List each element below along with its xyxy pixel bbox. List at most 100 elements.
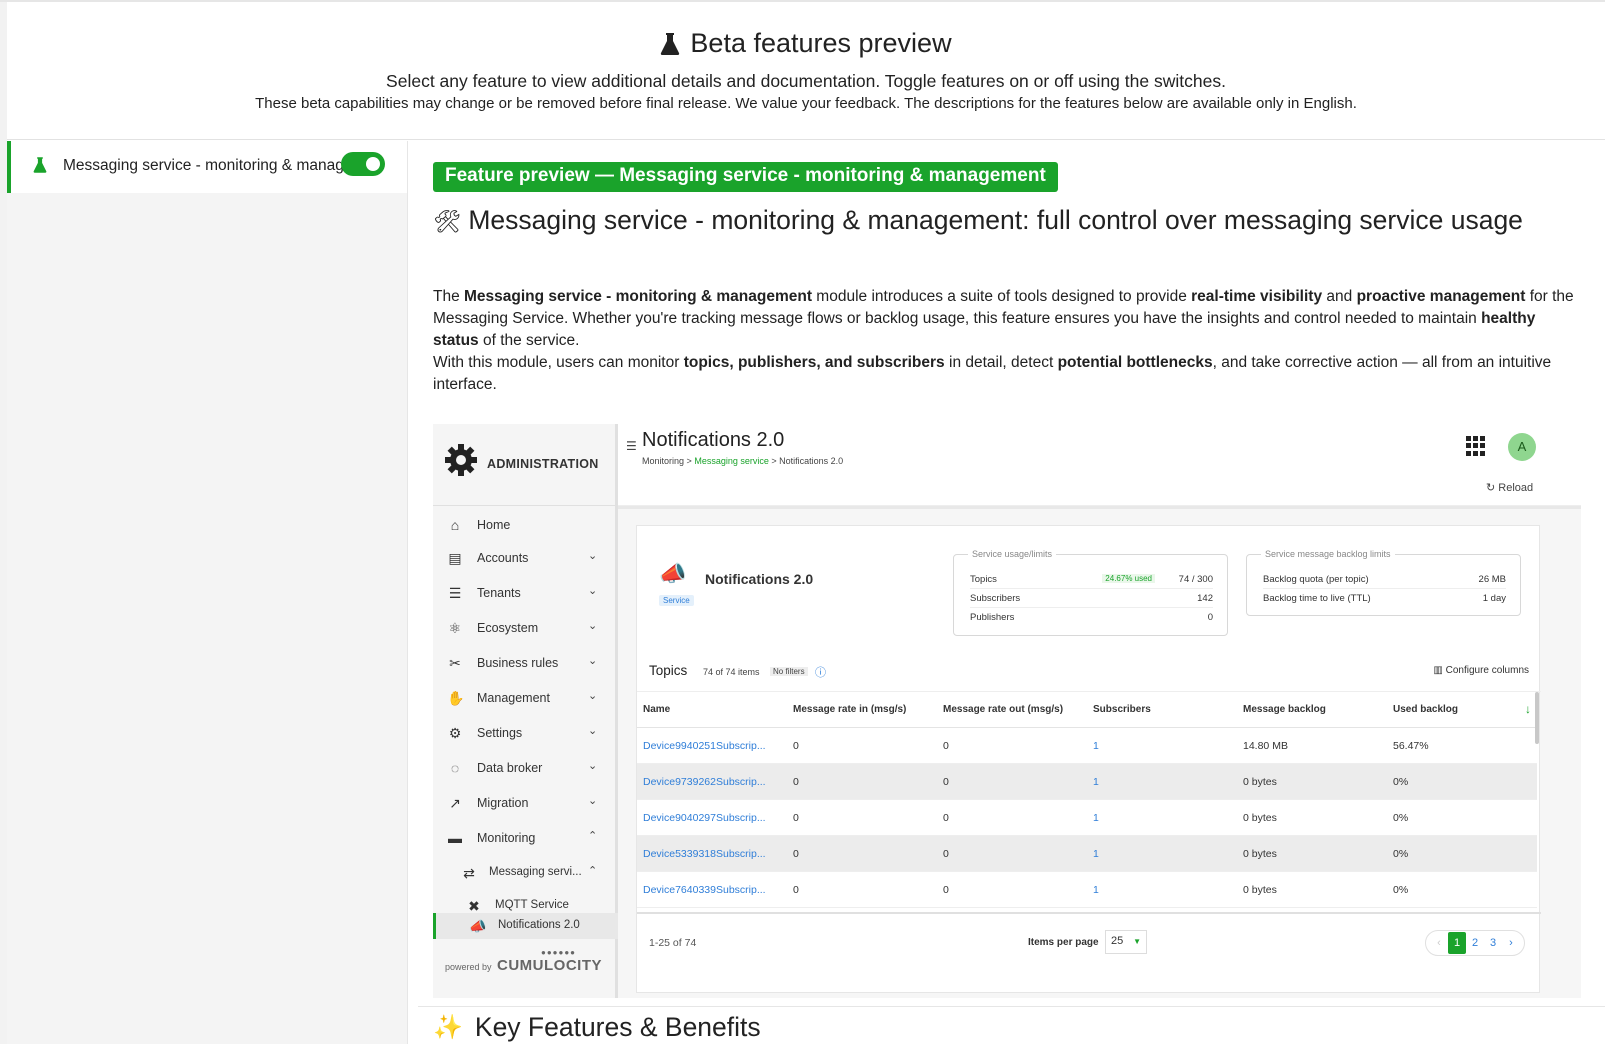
configure-columns-button[interactable]: ▥ Configure columns [1433,665,1529,676]
pagination-bar: 1-25 of 74 Items per page 25 ▼ ‹ 1 2 3 › [637,912,1541,994]
pagination-range: 1-25 of 74 [649,937,697,949]
key-features-title: Key Features & Benefits [474,1012,761,1042]
nav-label: Accounts [477,551,529,565]
nav-home[interactable]: ⌂ Home [433,508,618,543]
next-page-button[interactable]: › [1502,937,1520,949]
settings-icon: ⚙ [448,725,462,741]
nav-label: Notifications 2.0 [498,919,580,931]
items-per-page-label: Items per page [1028,937,1099,948]
topic-name-link[interactable]: Device9739262Subscrip... [643,776,766,788]
feature-sidebar: Messaging service - monitoring & managem… [7,141,407,1044]
page-1-button[interactable]: 1 [1448,932,1466,954]
topic-name-link[interactable]: Device7640339Subscrip... [643,884,766,896]
section-divider [418,1006,1605,1007]
sidebar-item-label: Messaging service - monitoring & managem… [63,157,348,174]
nav-data-broker[interactable]: ◌ Data broker ⌄ [433,751,618,786]
feature-toggle[interactable] [341,152,385,176]
nav-management[interactable]: ✋ Management ⌄ [433,681,618,716]
cumulocity-logo: CUMULOCITY [497,957,602,974]
sparkles-icon: ✨ [433,1014,463,1041]
bold-run: potential bottlenecks [1057,354,1213,371]
column-header[interactable]: Message backlog [1243,704,1326,715]
topic-name-link[interactable]: Device9940251Subscrip... [643,740,766,752]
table-cell: 0 bytes [1243,776,1277,788]
topics-title: Topics [649,663,688,678]
nav-ecosystem[interactable]: ⚛ Ecosystem ⌄ [433,611,618,646]
reload-button[interactable]: ↻ Reload [1486,481,1533,494]
items-per-page-select[interactable]: 25 ▼ [1105,930,1147,954]
chevron-up-icon: ⌃ [588,830,598,842]
nav-label: Business rules [477,656,559,670]
menu-toggle-icon[interactable]: ☰ [626,439,637,453]
app-switcher-icon[interactable] [1466,436,1486,456]
subscribers-link[interactable]: 1 [1093,812,1099,824]
nav-migration[interactable]: ↗ Migration ⌄ [433,786,618,821]
breadcrumb-messaging-service[interactable]: Messaging service [694,456,769,466]
backlog-value: 1 day [1482,593,1506,604]
backlog-row: Backlog time to live (TTL) 1 day [1263,590,1506,608]
subscribers-link[interactable]: 1 [1093,776,1099,788]
subscribers-link[interactable]: 1 [1093,848,1099,860]
topic-name-link[interactable]: Device5339318Subscrip... [643,848,766,860]
description-paragraph-1: The Messaging service - monitoring & man… [433,286,1583,352]
text-run: in detail, detect [944,354,1058,371]
column-header[interactable]: Message rate in (msg/s) [793,704,906,715]
tenants-icon: ☰ [448,585,462,601]
breadcrumb-separator: > [771,456,777,466]
avatar[interactable]: A [1508,433,1536,461]
feature-heading-text: Messaging service - monitoring & managem… [468,205,1523,235]
nav-label: Messaging servi... [489,866,582,878]
topic-name-link[interactable]: Device9040297Subscrip... [643,812,766,824]
beta-features-page: Beta features preview Select any feature… [0,0,1605,1044]
backlog-key: Backlog time to live (TTL) [1263,593,1371,604]
page-note: These beta capabilities may change or be… [255,95,1357,112]
table-cell: 0 bytes [1243,848,1277,860]
column-header[interactable]: Name [643,704,670,715]
nav-messaging-service[interactable]: ⇄ Messaging servi... ⌃ [433,856,618,891]
mqtt-icon: ✖ [468,898,480,914]
nav-accounts[interactable]: ▤ Accounts ⌄ [433,541,618,576]
nav-label: Home [477,518,511,532]
sort-desc-icon[interactable]: ↓ [1525,702,1531,716]
page-title-text: Beta features preview [690,28,952,58]
table-header-row: Name Message rate in (msg/s) Message rat… [637,692,1537,728]
table-cell: 0% [1393,848,1409,860]
subscribers-link[interactable]: 1 [1093,884,1099,896]
admin-brand: ADMINISTRATION [433,424,618,506]
prev-page-button[interactable]: ‹ [1430,937,1448,949]
table-cell: 0% [1393,776,1409,788]
nav-label: Data broker [477,761,543,775]
help-icon[interactable]: ⓘ [815,664,826,680]
nav-business-rules[interactable]: ✂ Business rules ⌄ [433,646,618,681]
column-header[interactable]: Subscribers [1093,704,1151,715]
column-header[interactable]: Message rate out (msg/s) [943,704,1063,715]
table-cell: 0 [793,848,799,860]
nav-tenants[interactable]: ☰ Tenants ⌄ [433,576,618,611]
nav-settings[interactable]: ⚙ Settings ⌄ [433,716,618,751]
column-header[interactable]: Used backlog [1393,704,1458,715]
table-row: Device9739262Subscrip... 0 0 1 0 bytes 0… [637,764,1537,800]
nav-monitoring[interactable]: ▬ Monitoring ⌃ [433,821,618,856]
usage-row: Publishers 0 [970,609,1213,627]
nav-label: MQTT Service [495,899,569,911]
table-cell: 56.47% [1393,740,1429,752]
sidebar-item-messaging-service[interactable]: Messaging service - monitoring & managem… [7,141,407,193]
text-run: and [1322,288,1357,305]
breadcrumb-monitoring[interactable]: Monitoring [642,456,684,466]
chevron-down-icon: ⌄ [588,550,598,562]
page-3-button[interactable]: 3 [1484,937,1502,949]
migration-icon: ↗ [449,795,461,811]
megaphone-icon: 📣 [659,561,687,586]
table-row: Device5339318Subscrip... 0 0 1 0 bytes 0… [637,836,1537,872]
filters-badge: No filters [770,667,808,676]
nav-notifications-2[interactable]: 📣 Notifications 2.0 [433,913,618,939]
subscribers-link[interactable]: 1 [1093,740,1099,752]
service-card: 📣 Notifications 2.0 Service Service usag… [636,525,1541,994]
notifications-icon: 📣 [469,918,487,934]
page-2-button[interactable]: 2 [1466,937,1484,949]
nav-label: Ecosystem [477,621,539,635]
chevron-down-icon: ⌄ [588,690,598,702]
service-usage-legend: Service usage/limits [968,549,1057,559]
text-run: of the service. [478,332,580,349]
messaging-icon: ⇄ [463,865,475,881]
